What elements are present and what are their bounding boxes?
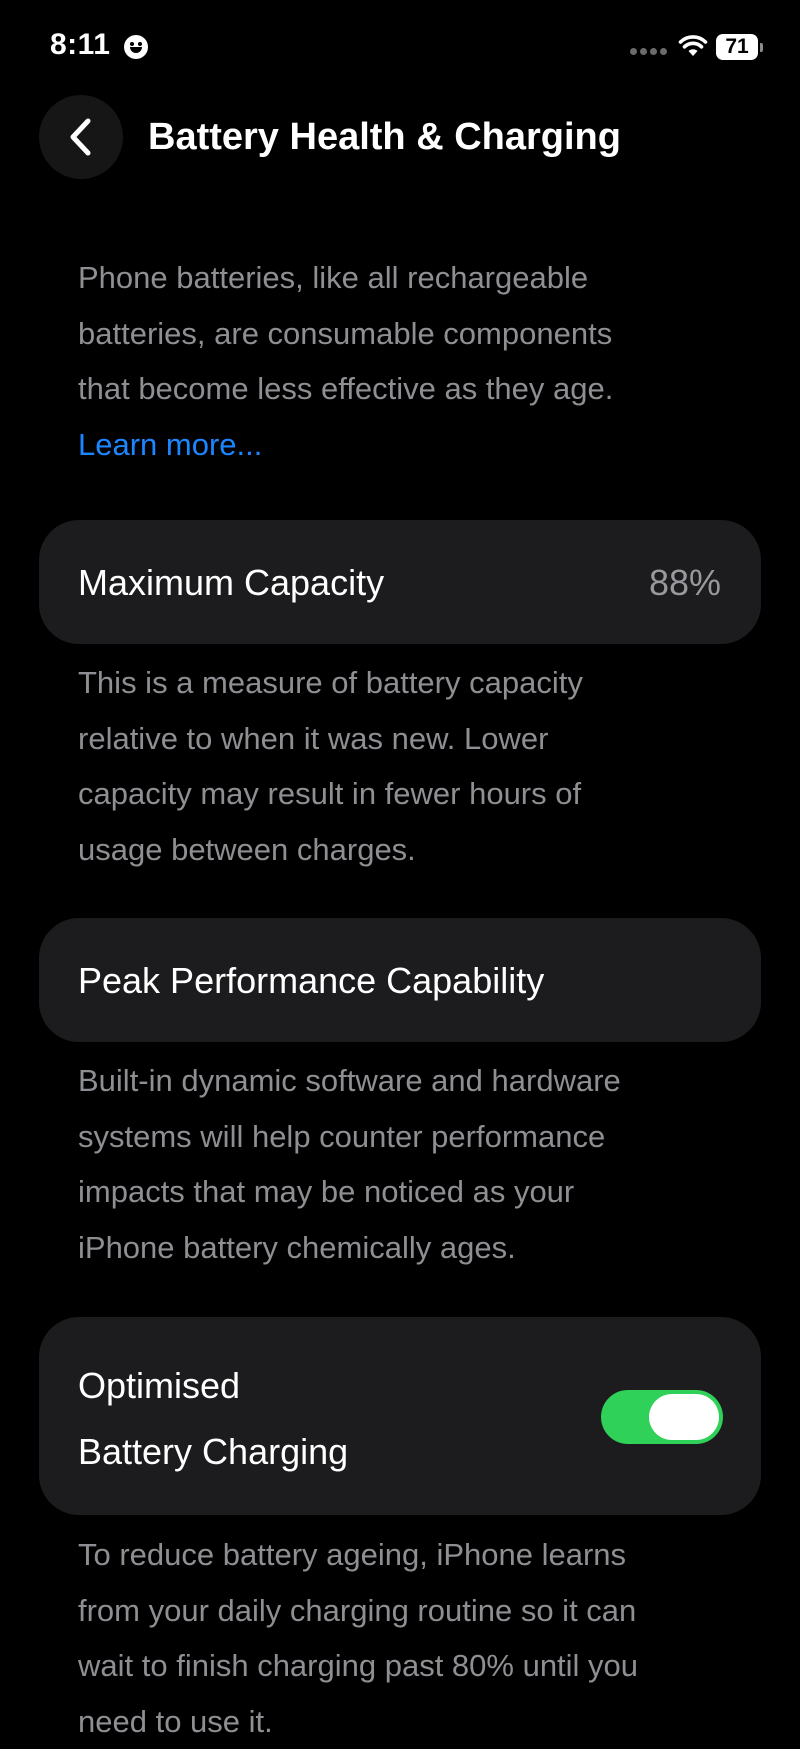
optimised-charging-description: To reduce battery ageing, iPhone learns …	[78, 1527, 728, 1749]
optimised-charging-toggle[interactable]	[601, 1390, 723, 1444]
description-line: Built-in dynamic software and hardware	[78, 1053, 728, 1109]
status-time: 8:11	[50, 28, 110, 62]
page-title: Battery Health & Charging	[148, 116, 621, 159]
maximum-capacity-description: This is a measure of battery capacity re…	[78, 655, 728, 877]
description-line: iPhone battery chemically ages.	[78, 1220, 728, 1276]
description-line: This is a measure of battery capacity	[78, 655, 728, 711]
peak-performance-label: Peak Performance Capability	[78, 960, 544, 1002]
intro-description: Phone batteries, like all rechargeable b…	[78, 250, 728, 472]
maximum-capacity-label: Maximum Capacity	[78, 562, 384, 604]
intro-line: that become less effective as they age.	[78, 361, 728, 417]
description-line: wait to finish charging past 80% until y…	[78, 1638, 728, 1694]
signal-dots-icon	[630, 48, 670, 56]
description-line: from your daily charging routine so it c…	[78, 1583, 728, 1639]
wifi-icon	[678, 34, 708, 58]
description-line: impacts that may be noticed as your	[78, 1164, 728, 1220]
optimised-charging-label-line1: Optimised	[78, 1365, 240, 1407]
maximum-capacity-card: Maximum Capacity 88%	[39, 520, 761, 644]
back-button[interactable]	[39, 95, 123, 179]
intro-line: batteries, are consumable components	[78, 306, 728, 362]
description-line: systems will help counter performance	[78, 1109, 728, 1165]
description-line: To reduce battery ageing, iPhone learns	[78, 1527, 728, 1583]
maximum-capacity-value: 88%	[649, 562, 721, 604]
intro-line: Phone batteries, like all rechargeable	[78, 250, 728, 306]
battery-icon: 71	[716, 34, 758, 60]
description-line: usage between charges.	[78, 822, 728, 878]
description-line: relative to when it was new. Lower	[78, 711, 728, 767]
optimised-charging-label-line2: Battery Charging	[78, 1431, 348, 1473]
chevron-left-icon	[65, 117, 95, 157]
peak-performance-description: Built-in dynamic software and hardware s…	[78, 1053, 728, 1275]
description-line: capacity may result in fewer hours of	[78, 766, 728, 822]
peak-performance-card: Peak Performance Capability	[39, 918, 761, 1042]
toggle-knob	[649, 1394, 719, 1440]
smiley-icon	[124, 35, 148, 59]
status-bar: 8:11 71	[0, 0, 800, 96]
learn-more-link[interactable]: Learn more...	[78, 417, 728, 473]
description-line: need to use it.	[78, 1694, 728, 1749]
